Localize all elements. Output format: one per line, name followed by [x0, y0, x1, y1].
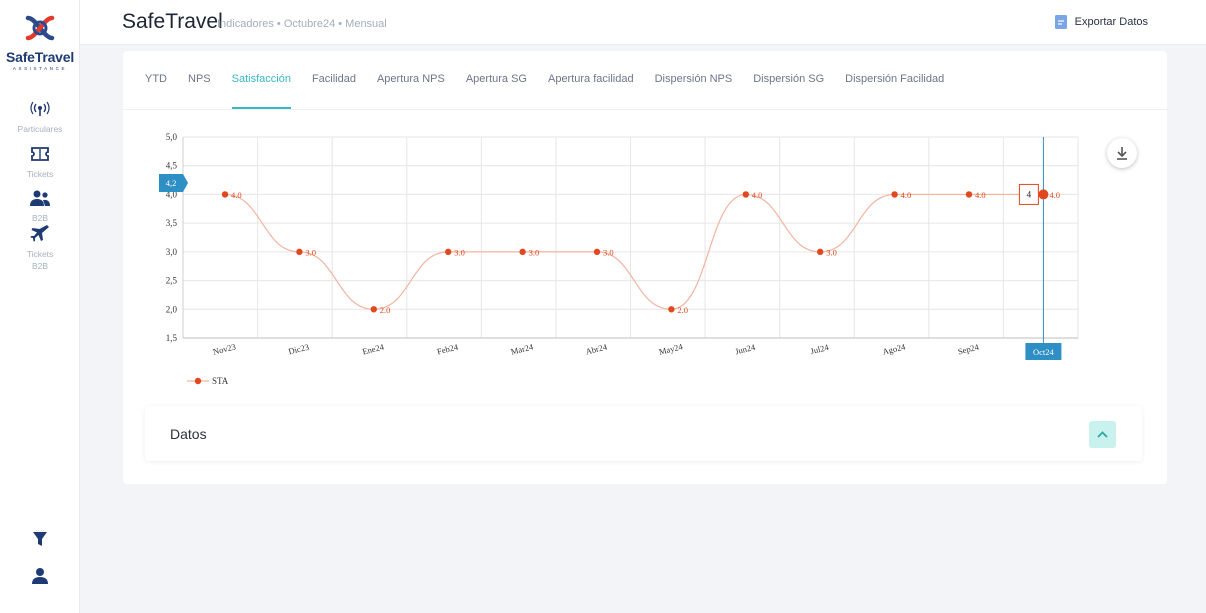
datos-panel: Datos	[145, 406, 1142, 461]
page-title: SafeTravel	[122, 10, 223, 33]
tooltip-value: 4	[1027, 189, 1032, 199]
indicators-card: YTD NPS Satisfacción Facilidad Apertura NPS A…	[123, 51, 1167, 484]
legend-marker	[194, 377, 202, 385]
x-tick-label: Dic23	[287, 342, 310, 357]
data-point[interactable]	[817, 248, 824, 256]
x-tick-label: Ago24	[881, 341, 907, 356]
broadcast-icon	[30, 101, 50, 116]
data-label: 3.0	[826, 247, 837, 257]
x-tick-label: Mar24	[510, 341, 535, 356]
sidebar-item-b2b[interactable]: B2B	[0, 189, 80, 224]
data-point[interactable]	[891, 191, 898, 198]
data-label: 4.0	[752, 190, 763, 200]
data-point[interactable]	[1038, 189, 1049, 200]
data-label: 3.0	[305, 247, 316, 257]
crosshair-x-label: Oct24	[1033, 347, 1055, 357]
data-label: 3.0	[603, 247, 614, 257]
data-point[interactable]	[668, 306, 675, 313]
y-tick-label: 1,5	[166, 333, 178, 343]
data-label: 4.0	[231, 190, 242, 200]
data-point[interactable]	[519, 248, 526, 256]
breadcrumb: Indicadores • Octubre24 • Mensual	[217, 18, 387, 30]
sidebar-item-tickets[interactable]: Tickets	[0, 145, 80, 180]
document-icon	[1054, 15, 1067, 29]
y-tick-label: 2,5	[166, 276, 178, 286]
data-label: 2.0	[380, 305, 391, 315]
y-tick-label: 4,5	[166, 161, 178, 171]
export-label: Exportar Datos	[1074, 16, 1148, 28]
user-profile-button[interactable]	[0, 567, 80, 590]
data-point[interactable]	[593, 248, 601, 256]
datos-title: Datos	[170, 426, 207, 442]
filter-button[interactable]	[0, 531, 80, 552]
x-tick-label: Sep24	[957, 341, 981, 356]
users-icon	[30, 190, 50, 206]
satisfaction-chart[interactable]: 1,52,02,53,03,54,04,55,0Nov23 Dic23 Ene24 F…	[123, 51, 1167, 401]
ticket-icon	[31, 147, 49, 161]
user-icon	[32, 568, 48, 584]
data-label: 4.0	[1049, 190, 1060, 200]
x-tick-label: Nov23	[212, 341, 237, 356]
data-point[interactable]	[445, 248, 452, 256]
data-point[interactable]	[296, 248, 303, 256]
data-label: 2.0	[677, 305, 688, 315]
crosshair-y-label: 4,2	[166, 178, 177, 188]
chart-legend[interactable]: STA	[187, 376, 229, 386]
y-tick-label: 3,0	[166, 247, 178, 257]
download-icon	[1117, 147, 1127, 160]
data-label: 4.0	[975, 190, 986, 200]
sidebar-item-label: Tickets	[26, 169, 54, 179]
download-chart-button[interactable]	[1107, 138, 1137, 168]
x-tick-label: Ene24	[361, 341, 385, 356]
x-tick-label: Feb24	[436, 341, 460, 356]
data-label: 4.0	[901, 190, 912, 200]
brand-mark-icon	[25, 15, 55, 41]
brand-tagline: ASSISTANCE	[12, 66, 68, 71]
chart-grid	[182, 136, 1079, 339]
x-tick-label: Abr24	[585, 341, 609, 356]
data-label: 3.0	[529, 247, 540, 257]
top-bar: SafeTravel Indicadores • Octubre24 • Men…	[80, 0, 1206, 45]
data-label: 3.0	[454, 247, 465, 257]
data-point[interactable]	[742, 191, 749, 198]
collapse-datos-button[interactable]	[1089, 421, 1116, 448]
data-point[interactable]	[370, 306, 377, 313]
filter-icon	[33, 532, 47, 546]
sidebar: SafeTravel ASSISTANCE Particulares Ticke…	[0, 0, 80, 613]
data-point[interactable]	[221, 191, 229, 198]
y-tick-label: 3,5	[166, 218, 178, 228]
data-point[interactable]	[965, 191, 973, 198]
export-data-button[interactable]: Exportar Datos	[1054, 15, 1148, 29]
legend-label: STA	[212, 376, 229, 386]
sidebar-item-tickets-b2b[interactable]: Tickets B2B	[0, 223, 80, 272]
chevron-up-icon	[1097, 431, 1108, 438]
brand-logo[interactable]: SafeTravel ASSISTANCE	[0, 14, 80, 71]
plane-icon	[30, 225, 49, 242]
x-tick-label: May24	[658, 341, 685, 357]
sidebar-item-label: Particulares	[17, 124, 63, 134]
sidebar-item-label: Tickets B2B	[26, 249, 54, 271]
x-tick-label: Jul24	[809, 342, 830, 356]
y-tick-label: 2,0	[166, 304, 178, 314]
x-tick-label: Jun24	[734, 342, 757, 357]
y-tick-label: 5,0	[166, 132, 178, 142]
brand-name: SafeTravel	[5, 49, 75, 65]
sidebar-item-particulares[interactable]: Particulares	[0, 100, 80, 135]
